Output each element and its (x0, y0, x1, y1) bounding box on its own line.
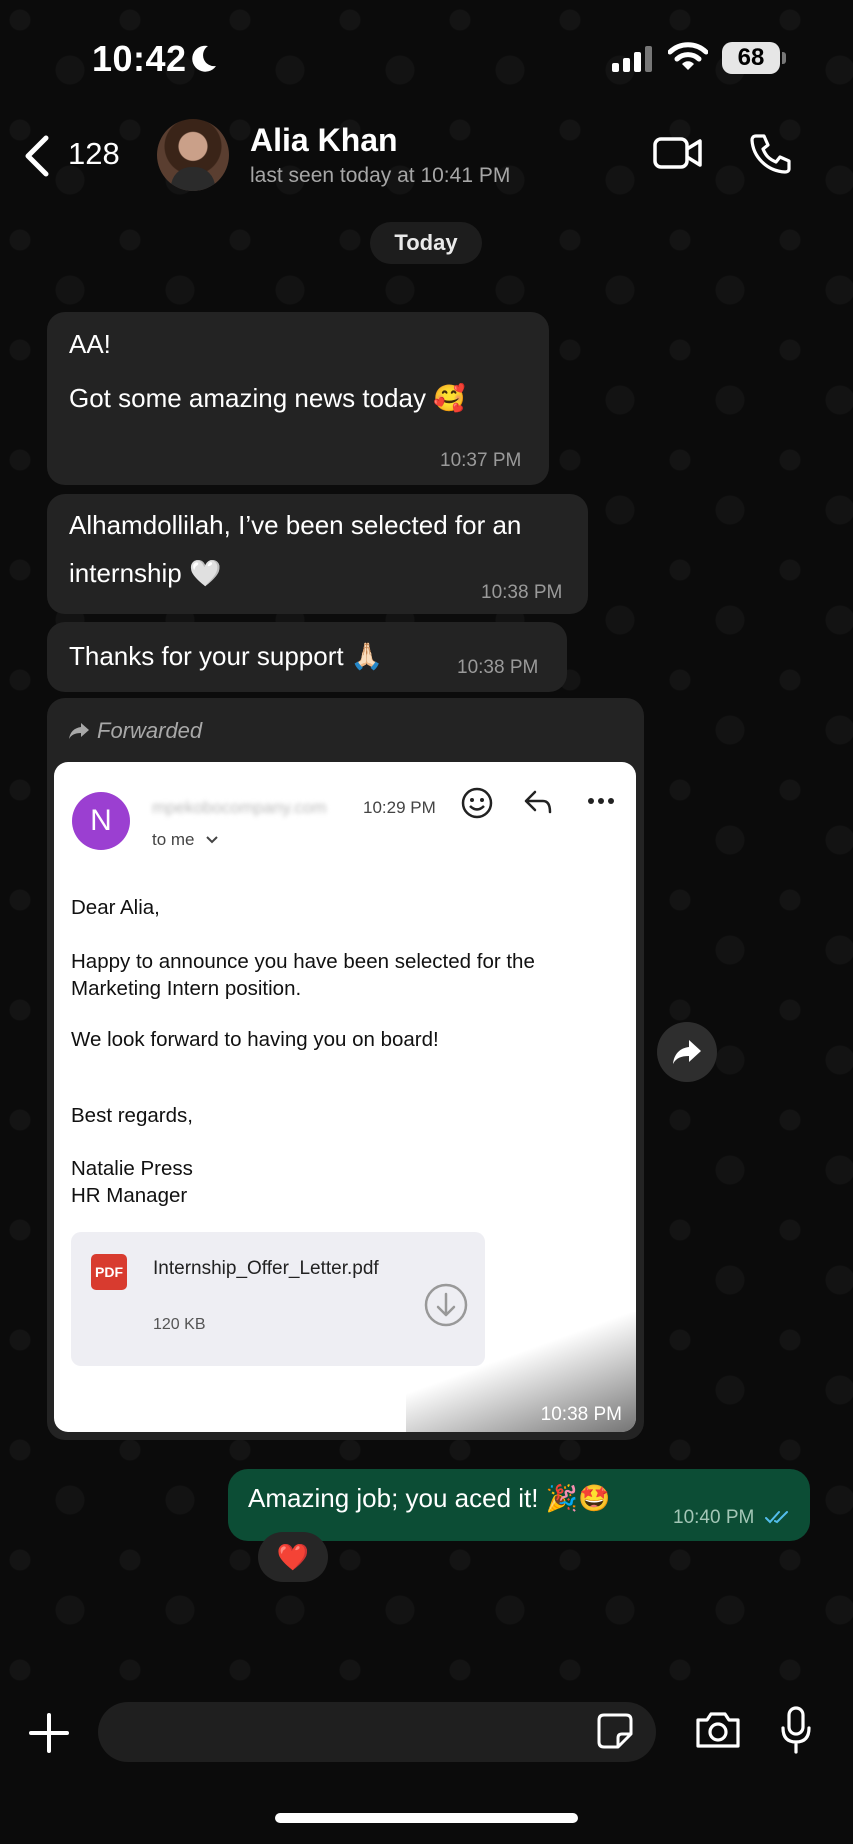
email-paragraph: We look forward to having you on board! (71, 1028, 439, 1051)
emoji-icon (461, 787, 493, 819)
forward-share-button[interactable] (657, 1022, 717, 1082)
message-time: 10:38 PM (540, 1404, 622, 1425)
attachment-size: 120 KB (153, 1316, 206, 1333)
read-receipt-icon (765, 1511, 788, 1524)
message-text: Alhamdollilah, I’ve been selected for an (69, 510, 522, 540)
heart-reaction[interactable]: ❤️ (258, 1532, 328, 1582)
forwarded-arrow-icon (69, 723, 89, 739)
pdf-icon: PDF (91, 1254, 127, 1290)
chevron-down-icon (206, 836, 218, 844)
recipient-text: to me (152, 830, 195, 849)
battery-indicator: 68 (722, 42, 780, 74)
message-time: 10:38 PM (457, 657, 539, 678)
sticker-icon[interactable] (596, 1712, 634, 1750)
contact-name[interactable]: Alia Khan (250, 122, 398, 159)
home-indicator (275, 1813, 578, 1823)
video-call-icon[interactable] (653, 136, 703, 170)
reply-icon (524, 790, 552, 814)
message-time: 10:37 PM (440, 450, 522, 471)
message-text: Got some amazing news today 🥰 (69, 383, 466, 413)
battery-tip (782, 52, 786, 64)
phone-call-icon[interactable] (750, 132, 792, 174)
last-seen-status: last seen today at 10:41 PM (250, 164, 511, 187)
email-paragraph: Happy to announce you have been selected… (71, 950, 535, 1000)
more-options-icon (588, 798, 614, 804)
message-text: AA! (69, 329, 111, 359)
email-time: 10:29 PM (363, 798, 436, 817)
status-bar: 10:42 68 (0, 0, 853, 110)
message-text: Thanks for your support 🙏🏻 (69, 641, 384, 671)
email-signoff: Best regards, (71, 1104, 193, 1127)
camera-icon[interactable] (694, 1710, 742, 1750)
outgoing-message[interactable]: Amazing job; you aced it! 🎉🤩 10:40 PM (228, 1469, 810, 1541)
unread-count[interactable]: 128 (68, 136, 120, 172)
wifi-icon (668, 42, 708, 70)
sender-avatar: N (72, 792, 130, 850)
share-arrow-icon (673, 1040, 701, 1064)
contact-avatar[interactable] (157, 119, 229, 191)
message-time: 10:40 PM (673, 1507, 755, 1528)
signature-name: Natalie Press (71, 1157, 193, 1180)
back-chevron-icon[interactable] (22, 134, 52, 178)
email-screenshot[interactable]: N mpekobocompany.com 10:29 PM to me Dear… (54, 762, 636, 1432)
status-time: 10:42 (92, 38, 187, 79)
message-time: 10:38 PM (481, 582, 563, 603)
email-greeting: Dear Alia, (71, 896, 160, 919)
microphone-icon[interactable] (780, 1706, 812, 1754)
attachment-name: Internship_Offer_Letter.pdf (153, 1258, 379, 1279)
sender-address: mpekobocompany.com (152, 798, 327, 817)
recipient-line: to me (152, 830, 219, 850)
date-divider: Today (370, 222, 482, 264)
cellular-signal-icon (612, 46, 652, 72)
forwarded-label: Forwarded (97, 718, 203, 743)
message-text: Amazing job; you aced it! 🎉🤩 (248, 1483, 611, 1513)
message-input[interactable] (98, 1702, 656, 1762)
message-text: internship 🤍 (69, 558, 222, 588)
chat-header: 128 Alia Khan last seen today at 10:41 P… (0, 110, 853, 200)
signature-title: HR Manager (71, 1184, 188, 1207)
plus-icon[interactable] (28, 1712, 70, 1754)
moon-icon (192, 45, 216, 72)
